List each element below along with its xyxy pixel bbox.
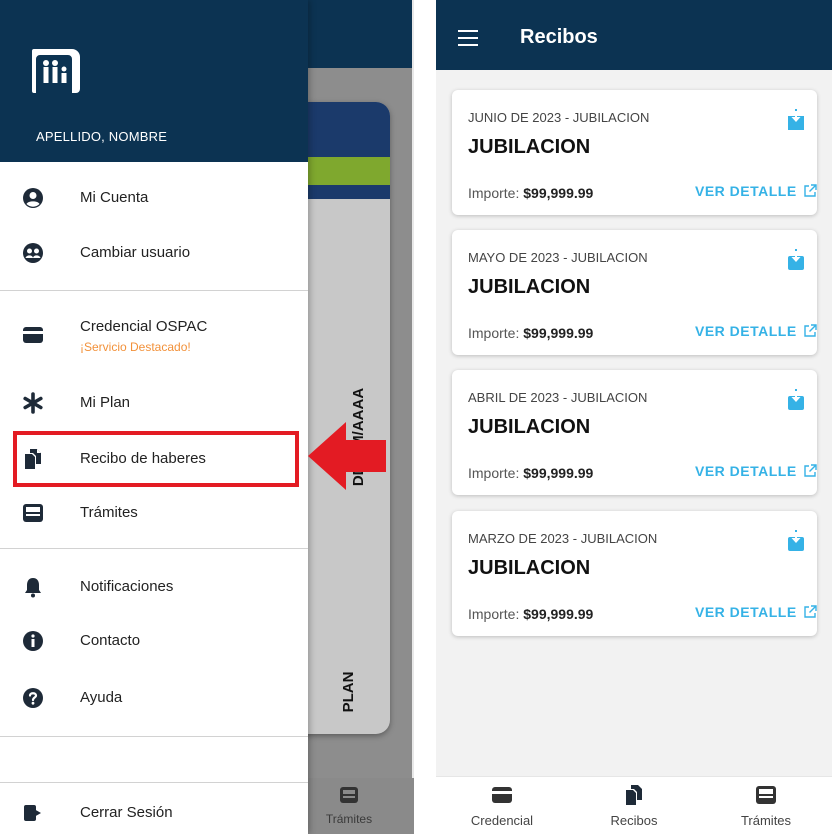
logout-icon: [24, 805, 41, 821]
menu-item-cambiar-usuario[interactable]: Cambiar usuario: [0, 230, 308, 276]
menu-item-label: Contacto: [80, 632, 141, 649]
download-icon[interactable]: [787, 108, 805, 130]
menu-item-mi-plan[interactable]: Mi Plan: [0, 380, 308, 426]
view-detail-link[interactable]: VER DETALLE: [695, 604, 797, 620]
download-icon[interactable]: [787, 248, 805, 270]
receipt-title: JUBILACION: [468, 416, 591, 438]
documents-icon: [626, 785, 642, 805]
menu-item-ayuda[interactable]: Ayuda: [0, 675, 308, 721]
nav-item-recibos[interactable]: Recibos: [568, 777, 700, 834]
receipt-card: MAYO DE 2023 - JUBILACION JUBILACION Imp…: [452, 230, 817, 355]
view-detail-link[interactable]: VER DETALLE: [695, 463, 797, 479]
account-circle-icon: [23, 188, 43, 208]
view-detail-link[interactable]: VER DETALLE: [695, 183, 797, 199]
ospac-logo: [32, 49, 80, 93]
user-name: APELLIDO, NOMBRE: [36, 129, 168, 144]
menu-item-label: Cerrar Sesión: [80, 804, 173, 821]
receipt-period: MAYO DE 2023 - JUBILACION: [468, 250, 648, 265]
receipt-amount: Importe: $99,999.99: [468, 606, 594, 622]
receipt-period: ABRIL DE 2023 - JUBILACION: [468, 390, 648, 405]
receipt-title: JUBILACION: [468, 136, 591, 158]
background-nav-tramites-label: Trámites: [325, 812, 373, 826]
external-link-icon[interactable]: [803, 184, 817, 198]
menu-item-label: Ayuda: [80, 689, 123, 706]
drawer-header: APELLIDO, NOMBRE: [0, 0, 308, 162]
receipt-amount: Importe: $99,999.99: [468, 465, 594, 481]
credit-card-icon: [23, 327, 43, 343]
background-edge: [412, 0, 414, 834]
menu-item-label: Notificaciones: [80, 578, 174, 595]
inbox-icon: [756, 786, 776, 804]
credit-card-icon: [492, 787, 512, 803]
card-plan-text: PLAN: [340, 671, 357, 713]
menu-item-contacto[interactable]: Contacto: [0, 618, 308, 664]
menu-item-label: Mi Cuenta: [80, 189, 149, 206]
menu-item-credencial-ospac[interactable]: Credencial OSPAC ¡Servicio Destacado!: [0, 304, 308, 362]
nav-item-tramites[interactable]: Trámites: [700, 777, 832, 834]
receipt-period: MARZO DE 2023 - JUBILACION: [468, 531, 658, 546]
menu-divider: [0, 548, 308, 549]
receipt-card: ABRIL DE 2023 - JUBILACION JUBILACION Im…: [452, 370, 817, 495]
receipt-card: MARZO DE 2023 - JUBILACION JUBILACION Im…: [452, 511, 817, 636]
menu-item-label: Cambiar usuario: [80, 244, 191, 261]
bottom-navigation: Credencial Recibos Trámites: [436, 776, 832, 834]
receipt-amount: Importe: $99,999.99: [468, 185, 594, 201]
menu-divider: [0, 782, 308, 783]
receipt-period: JUNIO DE 2023 - JUBILACION: [468, 110, 650, 125]
receipt-card: JUNIO DE 2023 - JUBILACION JUBILACION Im…: [452, 90, 817, 215]
nav-label: Credencial: [470, 813, 534, 828]
inbox-icon: [23, 504, 43, 522]
view-detail-link[interactable]: VER DETALLE: [695, 323, 797, 339]
nav-label: Recibos: [610, 813, 658, 828]
receipt-title: JUBILACION: [468, 276, 591, 298]
bell-icon: [25, 578, 41, 598]
navigation-drawer: APELLIDO, NOMBRE Mi Cuenta Cambiar usuar…: [0, 0, 308, 834]
left-phone-screen: DD/MM/AAAA PLAN Trámites APELLIDO, NOMBR…: [0, 0, 414, 834]
background-bottom-nav: Trámites: [308, 778, 414, 834]
receipt-amount: Importe: $99,999.99: [468, 325, 594, 341]
menu-item-mi-cuenta[interactable]: Mi Cuenta: [0, 175, 308, 221]
download-icon[interactable]: [787, 529, 805, 551]
asterisk-icon: [23, 392, 43, 414]
menu-item-cerrar-sesion[interactable]: Cerrar Sesión: [0, 790, 308, 834]
menu-item-label: Trámites: [80, 504, 138, 521]
menu-item-label: Credencial OSPAC: [80, 318, 208, 335]
menu-item-label: Mi Plan: [80, 394, 131, 411]
highlight-box: [13, 431, 299, 487]
menu-item-notificaciones[interactable]: Notificaciones: [0, 564, 308, 610]
red-arrow-annotation: [308, 422, 386, 490]
nav-item-credencial[interactable]: Credencial: [436, 777, 568, 834]
download-icon[interactable]: [787, 388, 805, 410]
external-link-icon[interactable]: [803, 324, 817, 338]
menu-divider: [0, 736, 308, 737]
page-title: Recibos: [520, 26, 598, 48]
app-bar: Recibos: [436, 0, 832, 70]
help-icon: [23, 688, 43, 708]
info-icon: [23, 631, 43, 651]
external-link-icon[interactable]: [803, 464, 817, 478]
receipt-title: JUBILACION: [468, 557, 591, 579]
hamburger-menu-icon[interactable]: [458, 30, 478, 46]
menu-divider: [0, 290, 308, 291]
external-link-icon[interactable]: [803, 605, 817, 619]
featured-service-label: ¡Servicio Destacado!: [80, 340, 191, 354]
switch-user-icon: [23, 243, 43, 263]
menu-item-tramites[interactable]: Trámites: [0, 490, 308, 536]
nav-label: Trámites: [740, 813, 792, 828]
right-phone-screen: Recibos JUNIO DE 2023 - JUBILACION JUBIL…: [436, 0, 832, 834]
inbox-icon: [340, 787, 358, 803]
